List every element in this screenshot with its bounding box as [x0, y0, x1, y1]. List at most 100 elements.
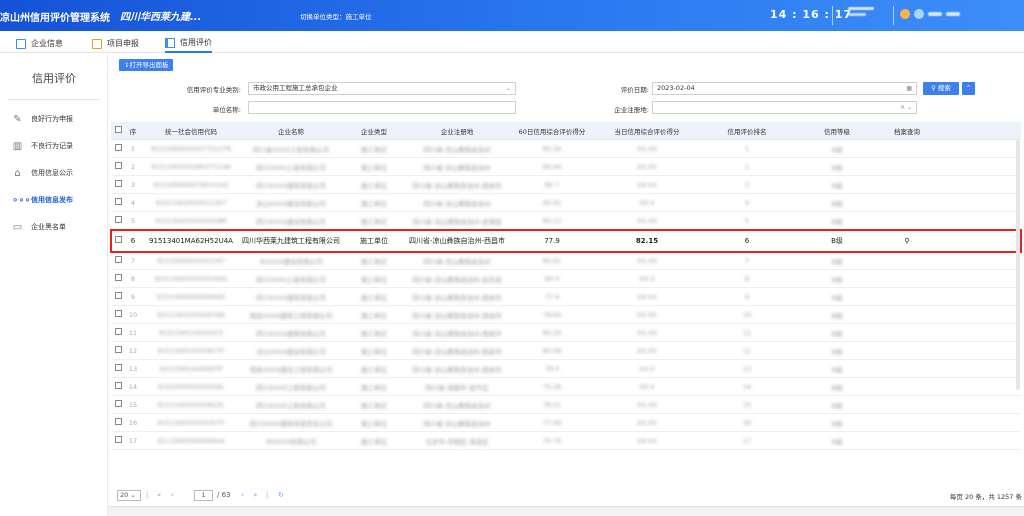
cell-no: 13: [128, 364, 138, 373]
cell-score60: 80.09: [542, 346, 562, 355]
prev-page-button[interactable]: ‹: [171, 491, 174, 499]
table-row[interactable]: 7 91510000XXXX1047 中XXXX建设有限公司 施工单位 四川省-凉山彝族…: [111, 252, 1021, 270]
row-checkbox[interactable]: [111, 346, 125, 355]
table-row[interactable]: 13 91513401XXXX67P 西昌XXXX建设工程有限公司 施工单位 四川省-凉…: [111, 360, 1021, 378]
last-page-button[interactable]: »: [253, 491, 257, 499]
row-checkbox[interactable]: [111, 382, 125, 391]
row-checkbox[interactable]: [111, 236, 125, 245]
table-row-highlighted[interactable]: 6 91513401MA62H52U4A 四川华西莱九建筑工程有限公司 施工单位 四川省…: [110, 229, 1022, 253]
select-all-checkbox[interactable]: [111, 126, 125, 135]
cell-no: 4: [130, 198, 136, 207]
unit-type-switch[interactable]: 切换单位类型：施工单位: [300, 11, 372, 21]
row-checkbox[interactable]: [111, 418, 125, 427]
column-header: 企业类型: [361, 127, 387, 136]
unit-name-input[interactable]: [248, 101, 516, 114]
org-name: 四川华西莱九建...: [120, 12, 202, 23]
table-row[interactable]: 11 91513401XXXX0C0 四川XXXX建筑有限公司 施工单位 四川省-凉山彝…: [111, 324, 1021, 342]
cell-no: 9: [130, 292, 136, 301]
row-checkbox[interactable]: [111, 364, 125, 373]
clock: 14 : 16 : 17: [770, 8, 853, 21]
row-checkbox[interactable]: [111, 292, 125, 301]
table-row[interactable]: 12 91513401XXXX877F 凉山XXXX建设有限公司 施工单位 四川省-凉山…: [111, 342, 1021, 360]
table-row[interactable]: 5 91513425XXXX04586 四川XXXX建设有限公司 施工单位 四川省-凉山…: [111, 212, 1021, 230]
table-row[interactable]: 4 91513402XX0011307 凉山XXXX建设有限公司 施工单位 四川省-凉山…: [111, 194, 1021, 212]
row-checkbox[interactable]: [111, 162, 125, 171]
row-checkbox[interactable]: [111, 198, 125, 207]
sidebar-item-credit-publicity[interactable]: ⌂ 信用信息公示: [12, 166, 73, 180]
table-row[interactable]: 9 91510000XXXX064D 四川XXXX建筑有限公司 施工单位 四川省-凉山彝…: [111, 288, 1021, 306]
export-panel-button[interactable]: ⇪打开导出面板: [119, 59, 174, 71]
row-checkbox[interactable]: [111, 328, 125, 337]
row-checkbox[interactable]: [111, 144, 125, 153]
table-row[interactable]: 10 91513401XXXX076A 西昌XXXX建筑工程有限公司 施工单位 四川省-…: [111, 306, 1021, 324]
row-checkbox[interactable]: [111, 216, 125, 225]
refresh-icon[interactable]: ↻: [278, 491, 284, 499]
row-checkbox[interactable]: [111, 400, 125, 409]
clear-chevron-icon[interactable]: × ⌄: [900, 102, 912, 113]
cell-rank: 16: [742, 418, 752, 427]
cell-type: 施工单位: [361, 419, 387, 428]
cell-code: 91513401XXXX67P: [159, 364, 223, 373]
tab-credit-evaluation[interactable]: 信用评价: [165, 34, 212, 53]
table-scrollbar[interactable]: [1016, 140, 1020, 390]
date-input[interactable]: 2023-02-04 ▦: [652, 82, 917, 95]
cell-score: XX.XX: [637, 400, 657, 409]
table-row[interactable]: 8 91513400XXXX0160D 四川XXXX工程有限公司 施工单位 四川省-凉山…: [111, 270, 1021, 288]
cell-rank: 12: [742, 346, 752, 355]
cell-name: 西昌XXXX建设工程有限公司: [249, 365, 333, 374]
folder-icon: [92, 38, 102, 49]
table-row[interactable]: 17 91110000XXXX6424 中XXXX有限公司 施工单位 北京市-市辖区-海…: [111, 432, 1021, 450]
row-checkbox[interactable]: [111, 436, 125, 445]
table-row[interactable]: 2 91513400XX58037114A 四川XXXX工程有限公司 施工单位 四川省-…: [111, 158, 1021, 176]
category-select[interactable]: 市政公用工程施工总承包企业 ⌄: [248, 82, 516, 95]
table-row[interactable]: 3 91510000XX74614143 四川XXXX建筑有限公司 施工单位 四川省-凉…: [111, 176, 1021, 194]
cell-code: 91510000XXXX026L: [157, 382, 225, 391]
reg-place-select[interactable]: × ⌄: [652, 101, 917, 114]
table-row[interactable]: 16 91513400XXXX257T 四川XXXX建筑有限责任公司 施工单位 四川省-…: [111, 414, 1021, 432]
sidebar: 信用评价 ✎ 良好行为申报 ▥ 不良行为记录 ⌂ 信用信息公示 ∘∘∘ 信用信息…: [0, 54, 108, 516]
cell-rank: 15: [742, 400, 752, 409]
user-info[interactable]: [848, 7, 882, 23]
cell-level: B级: [831, 275, 843, 284]
next-page-button[interactable]: ›: [241, 491, 244, 499]
cell-type: 施工单位: [361, 181, 387, 190]
archive-search-icon[interactable]: ⚲: [877, 237, 937, 245]
sidebar-item-bad-behavior[interactable]: ▥ 不良行为记录: [12, 139, 73, 153]
cell-type: 施工单位: [361, 275, 387, 284]
column-header: 60日信用综合评价得分: [518, 127, 586, 136]
first-page-button[interactable]: «: [157, 491, 161, 499]
notification-icon[interactable]: [900, 9, 910, 19]
row-checkbox[interactable]: [111, 310, 125, 319]
row-checkbox[interactable]: [111, 180, 125, 189]
cell-code: 91510000XXXX7721279: [151, 144, 231, 153]
cell-score60: 80.13: [542, 216, 562, 225]
document-icon: [16, 38, 26, 49]
cell-name: 西昌XXXX建筑工程有限公司: [249, 311, 333, 320]
cell-rank: 4: [744, 198, 750, 207]
cell-no: 6: [130, 236, 136, 245]
sidebar-item-blacklist[interactable]: ▭ 企业黑名单: [12, 220, 66, 234]
table-row[interactable]: 15 91513400XXXX622L 四川XXXX工程有限公司 施工单位 四川省-凉山…: [111, 396, 1021, 414]
table-row[interactable]: 1 91510000XXXX7721279 四川省XXXX工程有限公司 施工单位 四川省…: [111, 140, 1021, 158]
page-size-select[interactable]: 20 ⌄: [117, 490, 141, 501]
cell-score: XX.XX: [637, 346, 657, 355]
row-checkbox[interactable]: [111, 256, 125, 265]
user-menu[interactable]: [928, 12, 942, 16]
cell-no: 12: [128, 346, 138, 355]
row-checkbox[interactable]: [111, 274, 125, 283]
avatar[interactable]: [914, 9, 924, 19]
tab-project-declare[interactable]: 项目申报: [92, 34, 139, 53]
search-button[interactable]: ⚲ 搜索: [923, 82, 959, 95]
app-header: 凉山州信用评价管理系统 四川华西莱九建... 切换单位类型：施工单位 14 : …: [0, 0, 1024, 31]
logout-button[interactable]: [946, 12, 960, 16]
cell-name: 凉山XXXX建设有限公司: [256, 347, 326, 356]
calendar-icon[interactable]: ▦: [906, 83, 912, 94]
cell-score: XX.XX: [637, 418, 657, 427]
sidebar-item-good-behavior[interactable]: ✎ 良好行为申报: [12, 112, 73, 126]
cell-type: 施工单位: [361, 365, 387, 374]
sidebar-item-credit-release[interactable]: ∘∘∘ 信用信息发布: [12, 193, 73, 207]
tab-enterprise-info[interactable]: 企业信息: [16, 34, 63, 53]
page-input[interactable]: 1: [194, 490, 213, 501]
table-row[interactable]: 14 91510000XXXX026L 四川XXXX工程有限公司 施工单位 四川省-成都…: [111, 378, 1021, 396]
collapse-button[interactable]: ⌃: [962, 82, 975, 95]
